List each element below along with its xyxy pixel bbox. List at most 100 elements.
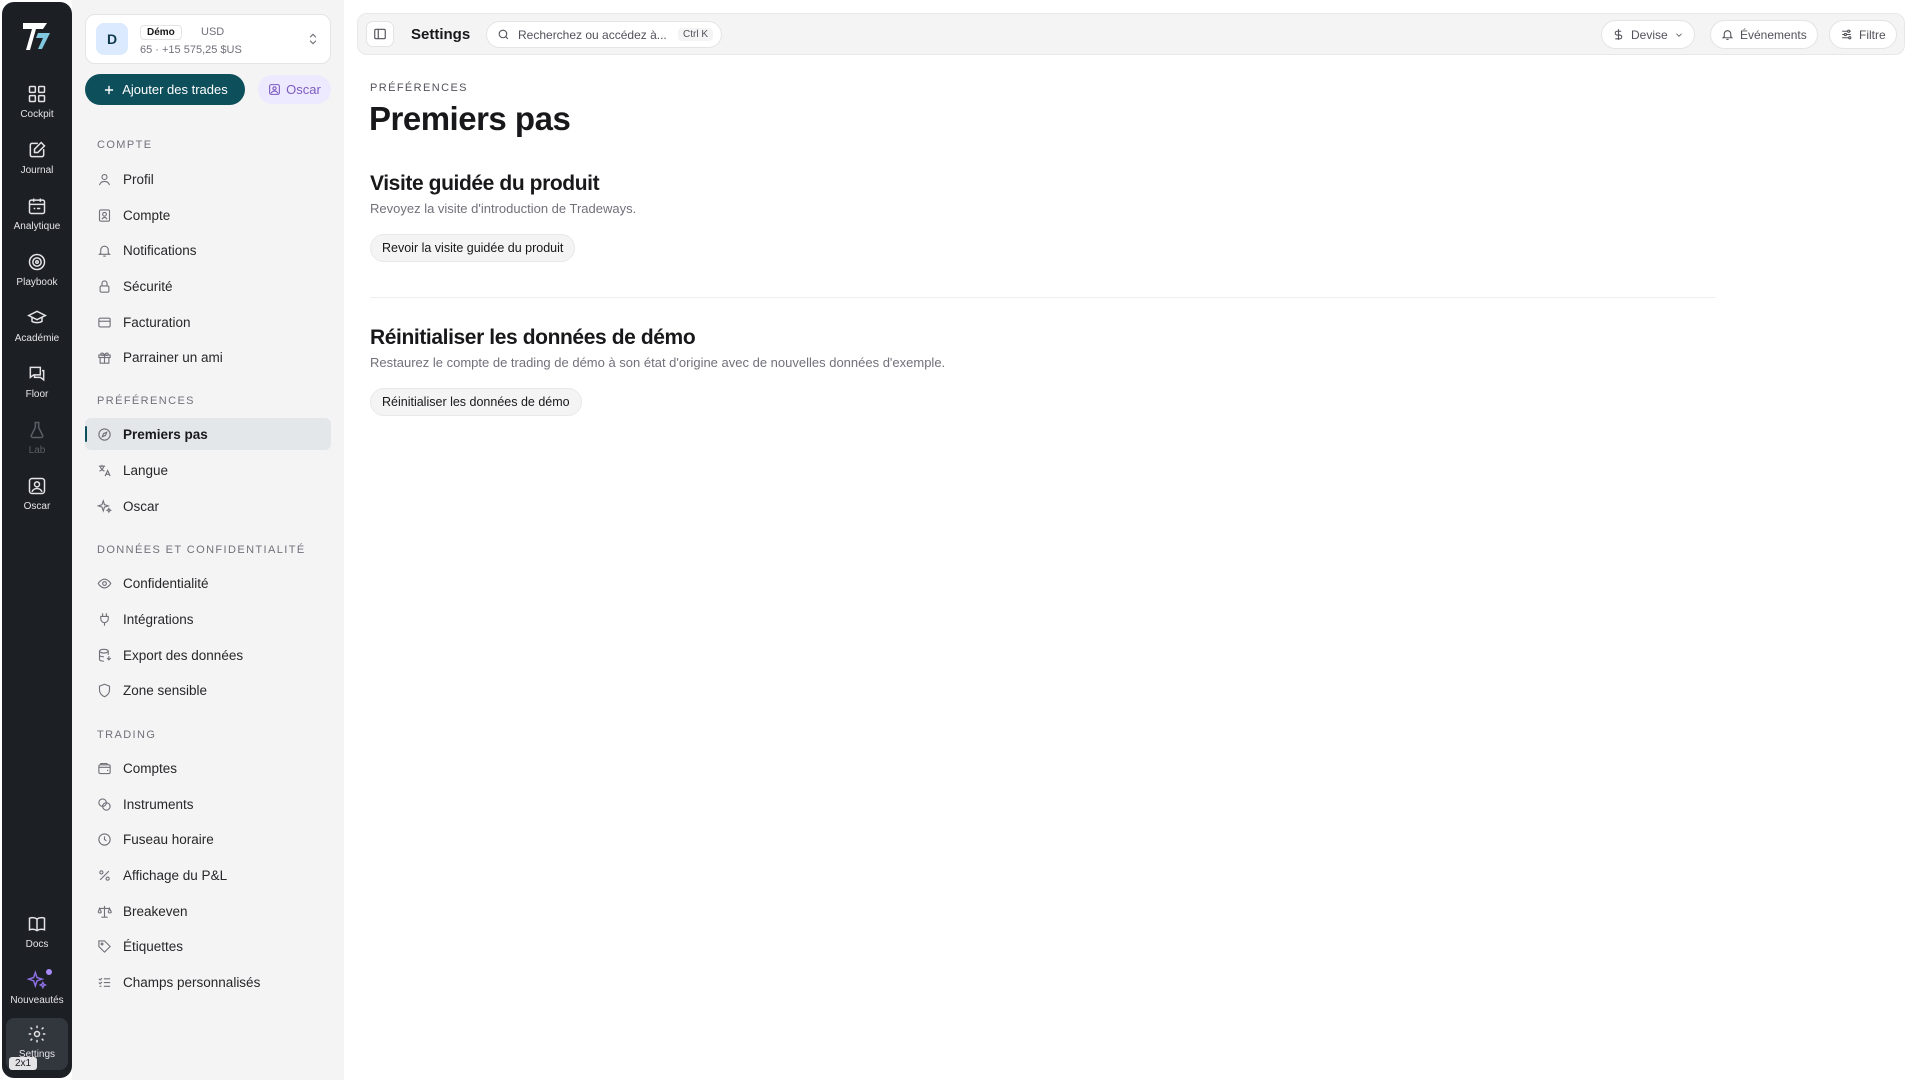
rail-item-cockpit[interactable]: Cockpit <box>6 78 68 128</box>
replay-tour-button[interactable]: Revoir la visite guidée du produit <box>370 234 576 262</box>
sidebar-item-label: Langue <box>123 462 169 478</box>
sidebar-item-compte[interactable]: Compte <box>85 199 331 231</box>
sidebar-item-label: Premiers pas <box>123 426 208 442</box>
rail-item-analytique[interactable]: Analytique <box>6 190 68 240</box>
eye-icon <box>97 578 112 588</box>
chevron-up-down-icon <box>309 33 317 45</box>
events-button[interactable]: Événements <box>1710 20 1818 49</box>
sidebar-item-label: Facturation <box>123 314 191 330</box>
search-input[interactable] <box>518 27 670 42</box>
rail-item-playbook[interactable]: Playbook <box>6 246 68 296</box>
account-balance: 65 · +15 575,25 $US <box>140 44 242 56</box>
sidebar-item-notifications[interactable]: Notifications <box>85 234 331 266</box>
id-card-icon <box>98 208 111 222</box>
tradeways-logo[interactable] <box>21 20 53 52</box>
sidebar-item-label: Affichage du P&L <box>123 867 228 883</box>
sidebar-item-langue[interactable]: Langue <box>85 454 331 486</box>
percent-icon <box>99 869 110 881</box>
sidebar-item-affichage-pl[interactable]: Affichage du P&L <box>85 859 331 891</box>
filter-button[interactable]: Filtre <box>1829 20 1897 49</box>
add-trades-button[interactable]: Ajouter des trades <box>85 74 245 105</box>
clock-icon <box>98 832 111 846</box>
sidebar-item-label: Sécurité <box>123 278 173 294</box>
sidebar-item-label: Instruments <box>123 796 194 812</box>
sidebar-item-label: Champs personnalisés <box>123 974 261 990</box>
bell-icon <box>98 245 111 257</box>
reset-heading: Réinitialiser les données de démo <box>370 326 696 349</box>
sidebar-item-zone-sensible[interactable]: Zone sensible <box>85 674 331 706</box>
sidebar-item-label: Oscar <box>123 498 160 514</box>
tag-icon <box>98 939 111 953</box>
tour-heading: Visite guidée du produit <box>370 172 600 195</box>
app-rail: Cockpit Journal Analytique Playbook Acad… <box>2 2 72 1078</box>
sidebar-item-breakeven[interactable]: Breakeven <box>85 895 331 927</box>
sidebar-item-label: Confidentialité <box>123 575 209 591</box>
section-heading-donnees: DONNÉES ET CONFIDENTIALITÉ <box>97 544 306 556</box>
account-type-badge: Démo <box>140 25 182 40</box>
graduation-cap-icon <box>27 310 47 324</box>
coins-icon <box>98 797 111 811</box>
panel-left-icon <box>374 28 386 40</box>
sidebar-item-label: Profil <box>123 171 154 187</box>
sidebar-item-label: Parrainer un ami <box>123 349 223 365</box>
account-switcher[interactable]: D Démo USD 65 · +15 575,25 $US <box>85 14 331 64</box>
settings-sidebar: D Démo USD 65 · +15 575,25 $US Ajouter d… <box>72 0 344 1080</box>
sidebar-toggle-button[interactable] <box>366 21 394 47</box>
book-icon <box>28 916 46 932</box>
wallet-icon <box>98 762 111 774</box>
rail-label: Analytique <box>13 221 61 232</box>
reset-demo-button[interactable]: Réinitialiser les données de démo <box>370 388 582 416</box>
rail-item-lab[interactable]: Lab <box>6 414 68 464</box>
rail-item-floor[interactable]: Floor <box>6 358 68 408</box>
sidebar-item-securite[interactable]: Sécurité <box>85 270 331 302</box>
search-box[interactable]: Ctrl K <box>486 21 722 48</box>
reset-description: Restaurez le compte de trading de démo à… <box>370 355 946 370</box>
plus-icon <box>105 85 114 94</box>
breadcrumb: PRÉFÉRENCES <box>370 82 468 94</box>
chat-bubbles-icon <box>29 366 45 382</box>
section-heading-compte: COMPTE <box>97 139 153 151</box>
sidebar-item-fuseau-horaire[interactable]: Fuseau horaire <box>85 823 331 855</box>
new-indicator-dot <box>46 969 52 975</box>
section-divider <box>370 297 1716 298</box>
rail-item-oscar[interactable]: Oscar <box>6 470 68 520</box>
rail-label: Oscar <box>23 501 51 512</box>
sidebar-item-etiquettes[interactable]: Étiquettes <box>85 930 331 962</box>
rail-item-academie[interactable]: Académie <box>6 302 68 352</box>
sidebar-item-parrainer[interactable]: Parrainer un ami <box>85 341 331 373</box>
keyboard-shortcut: Ctrl K <box>678 28 713 41</box>
sidebar-item-integrations[interactable]: Intégrations <box>85 603 331 635</box>
assistant-portrait-icon <box>28 477 46 495</box>
sidebar-item-oscar[interactable]: Oscar <box>85 490 331 522</box>
top-bar: Settings Ctrl K Devise Événements Filtre <box>357 13 1905 55</box>
sparkles-icon <box>27 970 47 990</box>
sidebar-item-label: Notifications <box>123 242 197 258</box>
sidebar-item-label: Intégrations <box>123 611 194 627</box>
gear-icon <box>28 1025 46 1043</box>
rail-label: Floor <box>25 389 49 400</box>
oscar-button[interactable]: Oscar <box>258 75 331 104</box>
rail-label: Lab <box>28 445 46 456</box>
sidebar-item-premiers-pas[interactable]: Premiers pas <box>85 418 331 450</box>
tour-description: Revoyez la visite d'introduction de Trad… <box>370 201 637 216</box>
sidebar-item-facturation[interactable]: Facturation <box>85 306 331 338</box>
sidebar-item-export[interactable]: Export des données <box>85 639 331 671</box>
sidebar-item-champs-personnalises[interactable]: Champs personnalisés <box>85 966 331 998</box>
sidebar-item-label: Breakeven <box>123 903 188 919</box>
compass-icon <box>98 427 111 441</box>
database-export-icon <box>98 648 112 662</box>
section-heading-preferences: PRÉFÉRENCES <box>97 395 195 407</box>
plug-icon <box>100 612 109 626</box>
rail-item-journal[interactable]: Journal <box>6 134 68 184</box>
bell-icon <box>1721 30 1734 40</box>
sidebar-item-instruments[interactable]: Instruments <box>85 788 331 820</box>
sidebar-item-comptes[interactable]: Comptes <box>85 752 331 784</box>
add-trades-label: Ajouter des trades <box>122 82 228 97</box>
rail-item-nouveautes[interactable]: Nouveautés <box>6 964 68 1014</box>
sidebar-item-confidentialite[interactable]: Confidentialité <box>85 567 331 599</box>
currency-dropdown[interactable]: Devise <box>1601 20 1695 49</box>
rail-label: Cockpit <box>20 109 54 120</box>
rail-label: Journal <box>20 165 54 176</box>
sidebar-item-profil[interactable]: Profil <box>85 163 331 195</box>
rail-item-docs[interactable]: Docs <box>6 908 68 958</box>
